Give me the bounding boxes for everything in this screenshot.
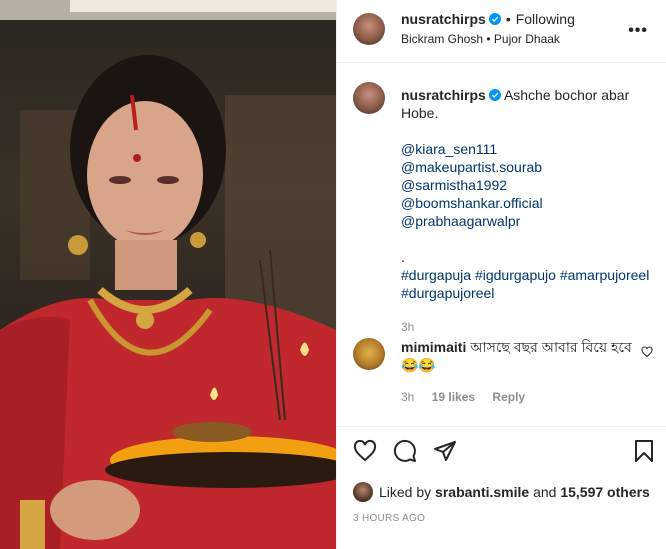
author-username[interactable]: nusratchirps [401,11,486,27]
audio-label[interactable]: Bickram Ghosh • Pujor Dhaak [401,32,560,46]
post-media[interactable] [0,0,336,549]
comment-meta: 3h 19 likes Reply [401,388,633,406]
liker-username[interactable]: srabanti.smile [435,484,529,500]
post-details-panel: nusratchirps • Following Bickram Ghosh • P… [336,0,666,549]
posted-timestamp[interactable]: 3 HOURS AGO [353,513,425,524]
liker-avatar[interactable] [353,482,373,502]
hashtag-link[interactable]: #amarpujoreel [560,267,650,283]
hashtag-link[interactable]: #igdurgapujo [475,267,556,283]
follow-separator: • [505,11,511,27]
mention-link[interactable]: @sarmistha1992 [401,176,653,194]
verified-badge-icon [488,13,501,25]
caption-avatar[interactable] [353,82,385,114]
post-image [0,0,336,549]
hashtag-list: #durgapuja #igdurgapujo #amarpujoreel #d… [401,266,653,302]
likes-and: and [533,484,557,500]
action-bar [337,426,666,477]
share-paper-plane-icon[interactable] [433,439,457,463]
liked-by-prefix: Liked by [379,484,432,500]
author-avatar[interactable] [353,13,385,45]
post-header: nusratchirps • Following Bickram Ghosh • P… [337,0,666,63]
mention-link[interactable]: @kiara_sen111 [401,140,653,158]
commenter-username[interactable]: mimimaiti [401,339,466,355]
caption-time[interactable]: 3h [401,318,653,336]
mention-link[interactable]: @prabhaagarwalpr [401,212,653,230]
comment-likes[interactable]: 19 likes [432,390,475,404]
caption-separator: . [401,249,405,265]
hashtag-link[interactable]: #durgapujoreel [401,285,494,301]
caption-username[interactable]: nusratchirps [401,87,486,103]
reply-button[interactable]: Reply [492,390,525,404]
comment-item: mimimaiti আসছে বছর আবার বিয়ে হবে 😂😂 3h … [353,338,653,406]
save-bookmark-icon[interactable] [633,439,655,463]
header-title: nusratchirps • Following [401,11,575,27]
mention-link[interactable]: @boomshankar.official [401,194,653,212]
comment-bubble-icon[interactable] [393,439,417,463]
likes-summary: Liked by srabanti.smile and 15,597 other… [353,482,650,502]
likes-count[interactable]: 15,597 others [560,484,650,500]
comment-time[interactable]: 3h [401,390,414,404]
hashtag-link[interactable]: #durgapuja [401,267,471,283]
comment-like-heart-icon[interactable] [641,346,653,358]
like-heart-icon[interactable] [353,439,377,463]
verified-badge-icon [488,89,501,101]
mention-link[interactable]: @makeupartist.sourab [401,158,653,176]
more-options-icon[interactable]: ••• [628,22,648,40]
commenter-avatar[interactable] [353,338,385,370]
following-button[interactable]: Following [516,11,575,27]
post-caption: nusratchirps Ashche bochor abar Hobe. @k… [353,82,653,336]
